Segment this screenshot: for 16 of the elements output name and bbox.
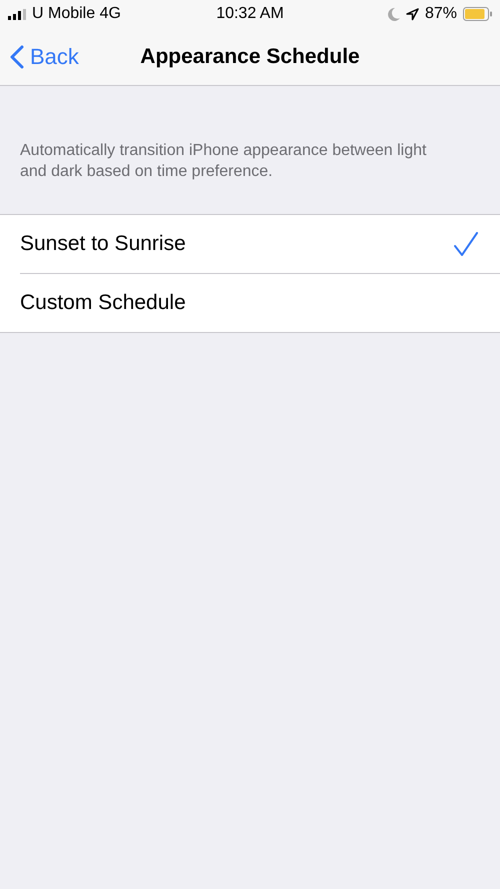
location-arrow-icon xyxy=(406,8,419,20)
battery-icon xyxy=(462,7,492,21)
battery-percent: 87% xyxy=(424,5,457,23)
screen-title: Appearance Schedule xyxy=(140,44,360,68)
signal-icon xyxy=(8,8,26,20)
chevron-left-icon xyxy=(10,44,24,68)
option-label: Sunset to Sunrise xyxy=(20,232,186,256)
carrier-label: U Mobile 4G xyxy=(32,5,121,23)
moon-icon xyxy=(388,8,400,20)
status-time: 10:32 AM xyxy=(216,5,284,23)
description-text: Automatically transition iPhone appearance between light and dark based on time preference. xyxy=(20,141,428,182)
back-button[interactable]: Back xyxy=(0,44,79,70)
option-row[interactable]: Custom Schedule xyxy=(20,274,500,332)
option-label: Custom Schedule xyxy=(20,291,186,315)
checkmark-icon xyxy=(454,232,478,256)
option-row[interactable]: Sunset to Sunrise xyxy=(20,215,500,274)
